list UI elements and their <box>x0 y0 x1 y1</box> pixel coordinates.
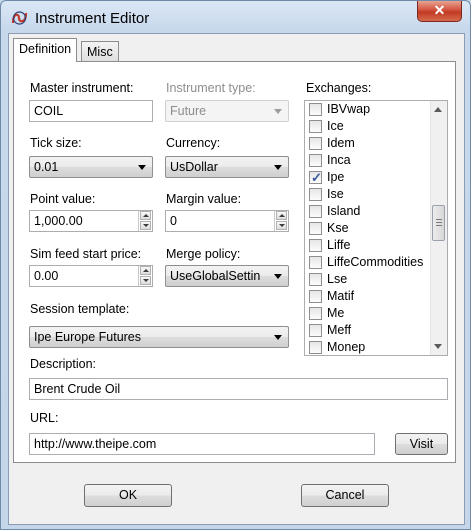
currency-value: UsDollar <box>170 160 218 174</box>
exchange-checkbox[interactable] <box>309 222 322 235</box>
master-instrument-label: Master instrument: <box>30 81 134 95</box>
check-icon: ✓ <box>311 170 322 185</box>
scroll-up-icon[interactable] <box>434 107 442 112</box>
sim-feed-spinner[interactable]: 0.00 <box>29 265 153 287</box>
exchange-checkbox[interactable] <box>309 341 322 354</box>
margin-value-label: Margin value: <box>166 192 242 206</box>
cancel-button[interactable]: Cancel <box>301 484 389 507</box>
exchange-checkbox[interactable] <box>309 103 322 116</box>
tab-definition[interactable]: Definition <box>13 38 78 62</box>
exchange-checkbox[interactable] <box>309 154 322 167</box>
exchange-checkbox[interactable] <box>309 290 322 303</box>
exchange-checkbox[interactable] <box>309 273 322 286</box>
sim-feed-text: 0.00 <box>34 269 59 283</box>
exchange-name: Island <box>327 204 361 218</box>
chevron-down-icon <box>274 109 282 114</box>
exchange-name: Inca <box>327 153 351 167</box>
exchanges-listbox[interactable]: IBVwap Ice Idem Inca ✓ Ipe Ise Island Kse Liffe Li… <box>304 100 448 356</box>
exchange-name: Ipe <box>327 170 345 184</box>
spin-down-icon[interactable] <box>140 276 151 285</box>
currency-label: Currency: <box>166 136 221 150</box>
chevron-down-icon <box>274 274 282 279</box>
margin-value-text: 0 <box>170 214 177 228</box>
merge-policy-label: Merge policy: <box>166 247 241 261</box>
exchange-name: Monep <box>327 340 366 354</box>
exchange-checkbox[interactable] <box>309 256 322 269</box>
exchange-checkbox[interactable] <box>309 307 322 320</box>
exchange-name: Ise <box>327 187 344 201</box>
exchange-name: Ice <box>327 119 344 133</box>
point-value-spinner[interactable]: 1,000.00 <box>29 210 153 232</box>
point-value-text: 1,000.00 <box>34 214 83 228</box>
merge-policy-value: UseGlobalSettin <box>170 269 261 283</box>
exchanges-scrollbar[interactable] <box>430 101 447 355</box>
visit-button[interactable]: Visit <box>395 433 448 455</box>
ok-button[interactable]: OK <box>84 484 172 507</box>
spin-down-icon[interactable] <box>276 221 287 230</box>
sim-feed-spin-buttons[interactable] <box>138 266 152 286</box>
chevron-down-icon <box>274 335 282 340</box>
spin-up-icon[interactable] <box>140 266 151 275</box>
window-title: Instrument Editor <box>35 10 150 27</box>
dialog-client-area: Definition Misc Master instrument: COIL … <box>8 33 465 525</box>
tick-size-select[interactable]: 0.01 <box>29 156 153 178</box>
exchange-checkbox[interactable] <box>309 205 322 218</box>
spin-up-icon[interactable] <box>276 211 287 220</box>
grip-line <box>436 219 442 220</box>
description-input[interactable]: Brent Crude Oil <box>29 378 448 400</box>
margin-value-spin-buttons[interactable] <box>274 211 288 231</box>
merge-policy-select[interactable]: UseGlobalSettin <box>165 265 289 287</box>
url-label: URL: <box>30 411 59 425</box>
currency-select[interactable]: UsDollar <box>165 156 289 178</box>
point-value-spin-buttons[interactable] <box>138 211 152 231</box>
tick-size-value: 0.01 <box>34 160 59 174</box>
exchange-name: Lse <box>327 272 348 286</box>
exchange-checkbox[interactable] <box>309 239 322 252</box>
url-input[interactable]: http://www.theipe.com <box>29 433 375 455</box>
exchange-name: IBVwap <box>327 102 371 116</box>
spin-down-icon[interactable] <box>140 221 151 230</box>
grip-line <box>436 222 442 223</box>
exchange-name: Matif <box>327 289 355 303</box>
exchange-name: Me <box>327 306 345 320</box>
instrument-type-label: Instrument type: <box>166 81 256 95</box>
spin-up-icon[interactable] <box>140 211 151 220</box>
tab-misc[interactable]: Misc <box>81 41 119 62</box>
chevron-down-icon <box>138 165 146 170</box>
exchange-name: Liffe <box>327 238 351 252</box>
exchange-checkbox[interactable] <box>309 188 322 201</box>
exchange-name: Kse <box>327 221 349 235</box>
exchange-checkbox[interactable] <box>309 120 322 133</box>
exchange-name: Idem <box>327 136 355 150</box>
exchanges-label: Exchanges: <box>306 81 372 95</box>
title-bar[interactable]: Instrument Editor ✕ <box>1 1 470 35</box>
scroll-down-icon[interactable] <box>434 344 442 349</box>
point-value-label: Point value: <box>30 192 96 206</box>
master-instrument-input[interactable]: COIL <box>29 100 153 122</box>
instrument-type-value: Future <box>170 104 207 118</box>
grip-line <box>436 225 442 226</box>
scroll-thumb[interactable] <box>432 205 445 241</box>
exchange-checkbox[interactable] <box>309 324 322 337</box>
margin-value-spinner[interactable]: 0 <box>165 210 289 232</box>
sim-feed-label: Sim feed start price: <box>30 247 142 261</box>
close-icon: ✕ <box>433 2 446 18</box>
session-template-label: Session template: <box>30 302 130 316</box>
tick-size-label: Tick size: <box>30 136 82 150</box>
exchange-name: LiffeCommodities <box>327 255 424 269</box>
session-template-value: Ipe Europe Futures <box>34 330 142 344</box>
exchange-checkbox[interactable]: ✓ <box>309 170 322 185</box>
definition-panel: Master instrument: COIL Instrument type:… <box>13 61 456 463</box>
description-label: Description: <box>30 357 96 371</box>
exchange-name: Meff <box>327 323 352 337</box>
close-button[interactable]: ✕ <box>417 1 462 22</box>
instrument-editor-window: Instrument Editor ✕ Definition Misc Mast… <box>0 0 471 530</box>
chevron-down-icon <box>274 165 282 170</box>
app-logo-icon <box>11 11 28 25</box>
exchange-checkbox[interactable] <box>309 137 322 150</box>
instrument-type-select: Future <box>165 100 289 122</box>
session-template-select[interactable]: Ipe Europe Futures <box>29 326 289 348</box>
